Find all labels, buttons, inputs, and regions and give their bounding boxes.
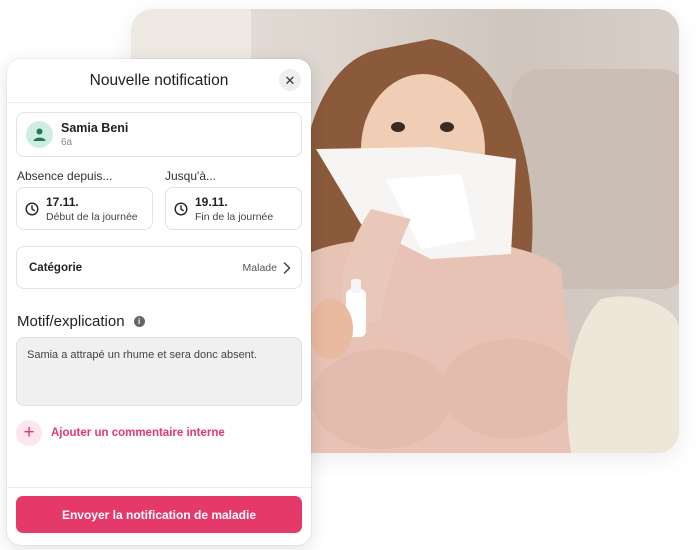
notification-panel: Nouvelle notification ✕ Samia Beni 6a Ab… xyxy=(7,59,311,545)
clock-icon xyxy=(25,201,39,216)
category-label: Catégorie xyxy=(29,261,83,274)
add-comment-label: Ajouter un commentaire interne xyxy=(51,427,225,439)
absence-to-label: Jusqu'à... xyxy=(165,169,216,183)
avatar xyxy=(26,121,53,148)
absence-from-picker[interactable]: 17.11. Début de la journée xyxy=(16,187,153,230)
motif-heading: Motif/explication i xyxy=(17,313,145,330)
to-date: 19.11. xyxy=(195,194,228,209)
student-name: Samia Beni xyxy=(61,121,129,135)
info-icon[interactable]: i xyxy=(133,316,145,327)
category-selector[interactable]: Catégorie Malade xyxy=(16,246,302,289)
close-button[interactable]: ✕ xyxy=(279,69,301,91)
category-value: Malade xyxy=(242,261,277,274)
from-date: 17.11. xyxy=(46,194,79,209)
absence-from-label: Absence depuis... xyxy=(17,169,113,183)
from-sub: Début de la journée xyxy=(46,210,138,223)
student-card[interactable]: Samia Beni 6a xyxy=(16,112,302,157)
absence-to-picker[interactable]: 19.11. Fin de la journée xyxy=(165,187,302,230)
motif-title: Motif/explication xyxy=(17,313,125,330)
panel-header: Nouvelle notification ✕ xyxy=(7,59,311,103)
to-sub: Fin de la journée xyxy=(195,210,274,223)
clock-icon xyxy=(174,201,188,216)
plus-icon: + xyxy=(16,420,42,446)
motif-textarea[interactable]: Samia a attrapé un rhume et sera donc ab… xyxy=(16,337,302,406)
close-icon: ✕ xyxy=(284,72,296,88)
add-internal-comment-button[interactable]: + Ajouter un commentaire interne xyxy=(16,420,225,446)
panel-title: Nouvelle notification xyxy=(89,71,229,89)
chevron-right-icon xyxy=(283,261,291,274)
person-icon xyxy=(33,128,46,141)
footer-divider xyxy=(7,487,311,488)
send-sick-notification-button[interactable]: Envoyer la notification de maladie xyxy=(16,496,302,533)
student-class: 6a xyxy=(61,137,73,148)
